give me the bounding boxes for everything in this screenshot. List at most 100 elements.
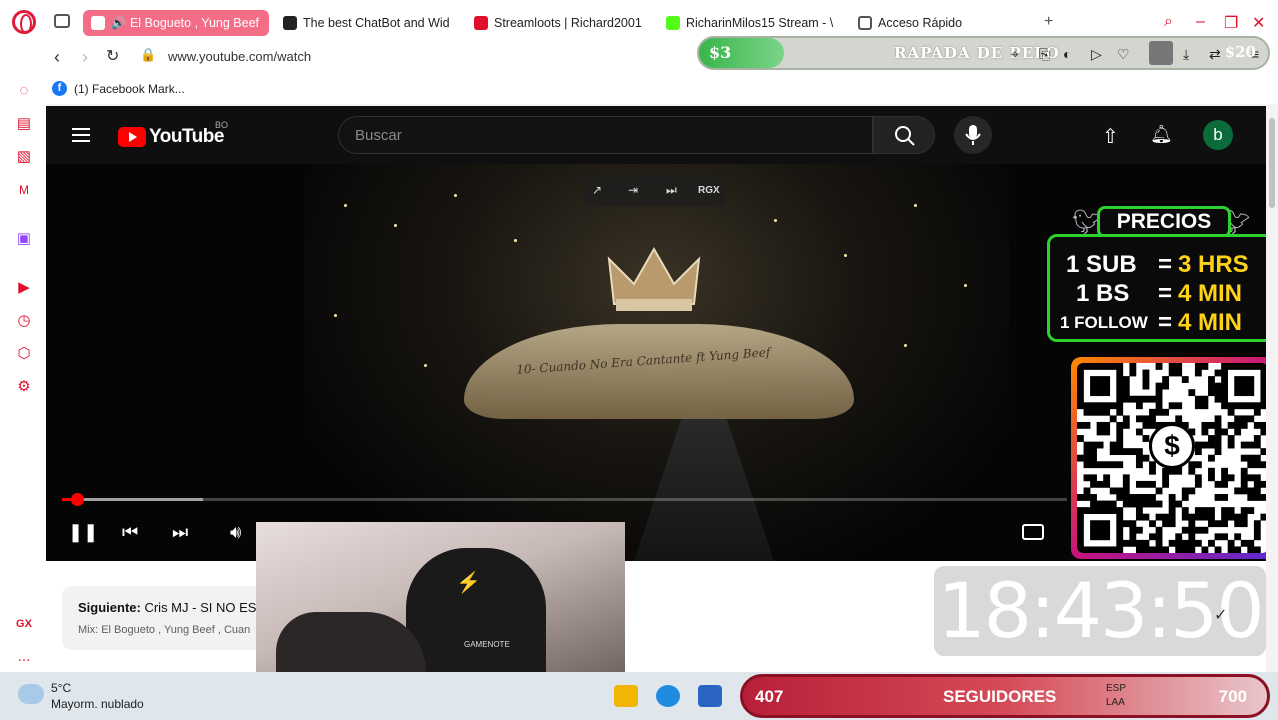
- pin-icon[interactable]: ⌖: [1011, 46, 1019, 63]
- up-next-title: Siguiente: Cris MJ - SI NO ES: [78, 600, 256, 615]
- translate-icon[interactable]: ⇄: [1209, 46, 1221, 63]
- chair-logo-icon: ⚡: [456, 572, 481, 594]
- skip-icon[interactable]: ⏭: [666, 183, 677, 198]
- progress-scrubber[interactable]: [71, 493, 85, 506]
- forward-icon[interactable]: ›: [82, 47, 88, 68]
- speaker-icon[interactable]: 🔊: [111, 16, 126, 30]
- donation-goal-bar: $3 RAPADA DE PELO ⌖ ⎘ ◐ ▷ ♡ ⤓ ⇄ ≡ $20: [697, 36, 1270, 70]
- weather-desc[interactable]: Mayorm. nublado: [51, 697, 144, 711]
- precio-equals: =: [1158, 251, 1173, 278]
- tab-label: Acceso Rápido: [878, 16, 963, 30]
- minimize-icon[interactable]: –: [1196, 13, 1205, 31]
- youtube-header: YouTube BO Buscar ⇧ 🔔︎ b: [46, 106, 1266, 164]
- popout-icon[interactable]: ↗: [592, 183, 602, 197]
- maximize-icon[interactable]: ❐: [1224, 13, 1238, 33]
- pause-icon[interactable]: ❚❚: [68, 522, 98, 543]
- tab-chatbot[interactable]: The best ChatBot and Wid: [283, 10, 453, 36]
- upload-icon[interactable]: ⇧: [1102, 124, 1119, 149]
- bookmarks-bar: [0, 74, 1278, 104]
- weather-temp[interactable]: 5°C: [51, 681, 71, 695]
- cloud-icon[interactable]: [18, 684, 44, 704]
- tab-label: El Bogueto , Yung Beef: [129, 16, 259, 30]
- up-next-card[interactable]: Siguiente: Cris MJ - SI NO ES Mix: El Bo…: [62, 586, 262, 650]
- search-input[interactable]: Buscar: [338, 116, 873, 154]
- store-icon[interactable]: [698, 685, 722, 707]
- vpn-icon[interactable]: ◐: [1063, 46, 1071, 62]
- precio-equals: =: [1158, 309, 1173, 336]
- language-indicator[interactable]: ESP LAA: [1106, 682, 1126, 710]
- screen: 🔊 El Bogueto , Yung Beef The best ChatBo…: [0, 0, 1278, 720]
- keyboard-layout: LAA: [1106, 697, 1125, 708]
- rgx-button[interactable]: RGX: [698, 185, 720, 196]
- twitch-icon[interactable]: ▣: [15, 230, 33, 248]
- grid-icon: [858, 16, 872, 30]
- url-field[interactable]: www.youtube.com/watch: [168, 49, 311, 64]
- video-progress-bar[interactable]: [62, 493, 1067, 506]
- donation-goal-amount: $20: [1224, 43, 1256, 61]
- tab-speed-dial[interactable]: Acceso Rápido: [858, 10, 1008, 36]
- avatar[interactable]: b: [1203, 120, 1233, 150]
- precio-equals: =: [1158, 280, 1173, 307]
- microphone-icon: [965, 125, 981, 145]
- next-icon[interactable]: ⏭: [172, 522, 188, 543]
- file-explorer-icon[interactable]: [614, 685, 638, 707]
- volume-icon[interactable]: 🔊︎: [230, 522, 241, 543]
- precio-value: 3 HRS: [1178, 251, 1249, 278]
- tab-streamloots[interactable]: Streamloots | Richard2001: [474, 10, 646, 36]
- edge-icon[interactable]: [656, 685, 680, 707]
- precios-box: 1 SUB = 3 HRS 1 BS = 4 MIN 1 FOLLOW = 4 …: [1047, 234, 1275, 342]
- opera-gx-logo-icon[interactable]: [12, 10, 36, 34]
- music-icon[interactable]: M: [15, 181, 33, 199]
- detach-icon[interactable]: ⇥: [628, 183, 638, 197]
- tab-label: RicharinMilos15 Stream - \: [686, 16, 834, 30]
- youtube-logo[interactable]: YouTube BO: [118, 120, 228, 148]
- search-button[interactable]: [873, 116, 935, 154]
- bookmark-facebook[interactable]: f (1) Facebook Mark...: [52, 81, 185, 96]
- search-tabs-icon[interactable]: ⌕: [1164, 13, 1173, 31]
- tab-label: The best ChatBot and Wid: [303, 16, 450, 30]
- player-icon[interactable]: ▶: [15, 279, 33, 297]
- chair-brand: GAMENOTE: [464, 640, 510, 649]
- precio-item: 1 FOLLOW: [1060, 313, 1148, 332]
- kick-favicon-icon: [666, 16, 680, 30]
- checkmark-icon: ✓: [1214, 607, 1228, 624]
- reload-icon[interactable]: ↻: [106, 46, 119, 66]
- history-icon[interactable]: ◷: [15, 312, 33, 330]
- miniplayer-controls: ↗ ⇥ ⏭ RGX: [584, 176, 726, 206]
- youtube-play-logo-icon: [118, 127, 146, 147]
- language-code: ESP: [1106, 683, 1127, 694]
- precio-item: 1 BS: [1076, 280, 1130, 307]
- plus-icon[interactable]: +: [1044, 13, 1053, 31]
- previous-icon[interactable]: ⏮: [122, 522, 138, 543]
- facebook-icon: f: [52, 81, 67, 96]
- streamloots-favicon-icon: [474, 16, 488, 30]
- profile-avatar[interactable]: [1149, 41, 1173, 65]
- back-icon[interactable]: ‹: [54, 47, 60, 68]
- donation-current: $3: [709, 43, 732, 62]
- voice-search-button[interactable]: [954, 116, 992, 154]
- road: [634, 414, 774, 561]
- crypto-icon[interactable]: ▧: [15, 148, 33, 166]
- followers-goal-bar: 407 SEGUIDORES 700: [740, 674, 1270, 718]
- heart-icon[interactable]: ♡: [1117, 46, 1130, 63]
- notifications-icon[interactable]: 🔔︎: [1150, 124, 1173, 145]
- shopping-icon[interactable]: ▤: [15, 115, 33, 133]
- menu-icon[interactable]: [72, 128, 90, 142]
- precio-value: 4 MIN: [1178, 280, 1243, 307]
- play-icon[interactable]: ▷: [1091, 46, 1102, 63]
- extensions-icon[interactable]: ⬡: [15, 345, 33, 363]
- more-icon[interactable]: ...: [15, 648, 33, 666]
- followers-label: SEGUIDORES: [943, 687, 1057, 706]
- gx-icon[interactable]: GX: [15, 615, 33, 633]
- subtitles-icon[interactable]: [1022, 524, 1044, 540]
- tab-workspace-icon[interactable]: [54, 14, 70, 28]
- close-icon[interactable]: ✕: [1252, 13, 1265, 33]
- scrollbar-thumb[interactable]: [1269, 118, 1275, 208]
- screenshot-icon[interactable]: ⎘: [1039, 46, 1050, 63]
- tab-kick-stream[interactable]: RicharinMilos15 Stream - \: [666, 10, 838, 36]
- download-icon[interactable]: ⤓: [1183, 46, 1189, 63]
- aria-icon[interactable]: ◌: [15, 82, 33, 100]
- settings-icon[interactable]: ⚙: [15, 378, 33, 396]
- tab-youtube[interactable]: 🔊 El Bogueto , Yung Beef: [83, 10, 269, 36]
- up-next-prefix: Siguiente:: [78, 600, 141, 615]
